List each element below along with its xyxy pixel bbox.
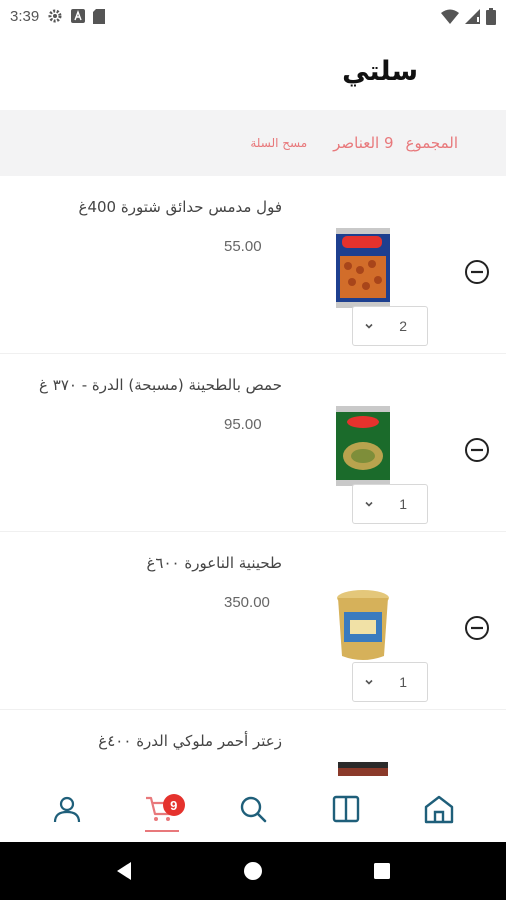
wifi-icon	[441, 9, 459, 24]
cart-summary-bar: المجموع 9 العناصر مسح السلة	[0, 110, 506, 176]
cart-item: طحينية الناعورة ٦٠٠غ 350.00 1	[0, 532, 506, 710]
app-header: سلتي	[0, 32, 506, 110]
nav-profile[interactable]	[42, 784, 92, 834]
quantity-value: 2	[399, 318, 407, 334]
item-name: زعتر أحمر ملوكي الدرة ٤٠٠غ	[98, 732, 282, 750]
can-hummus-icon	[336, 406, 390, 486]
item-price: 350.00	[224, 594, 270, 611]
status-time: 3:39	[10, 7, 40, 25]
item-price: 95.00	[224, 416, 262, 433]
tahini-tub-icon	[337, 590, 389, 660]
cart-item: زعتر أحمر ملوكي الدرة ٤٠٠غ	[0, 710, 506, 776]
cart-list[interactable]: فول مدمس حدائق شتورة 400غ 55.00 2 حمص با…	[0, 176, 506, 776]
summary-item-count: 9 العناصر	[333, 134, 394, 152]
cart-item: حمص بالطحينة (مسبحة) الدرة - ٣٧٠ غ 95.00…	[0, 354, 506, 532]
item-price: 55.00	[224, 238, 262, 255]
summary-total-label: المجموع	[405, 134, 458, 152]
quantity-value: 1	[399, 674, 407, 690]
zaatar-jar-icon	[338, 762, 388, 776]
item-name: طحينية الناعورة ٦٠٠غ	[146, 554, 282, 572]
search-icon	[240, 796, 267, 823]
font-icon	[71, 9, 86, 23]
quantity-select[interactable]: 1	[352, 662, 428, 702]
system-back-button[interactable]	[104, 851, 144, 891]
item-name: فول مدمس حدائق شتورة 400غ	[78, 198, 283, 216]
recents-square-icon	[373, 863, 390, 879]
page-title: سلتي	[342, 55, 418, 87]
nav-cart[interactable]: 9	[135, 784, 185, 834]
quantity-select[interactable]: 2	[352, 306, 428, 346]
item-name: حمص بالطحينة (مسبحة) الدرة - ٣٧٠ غ	[39, 376, 282, 394]
signal-icon	[465, 8, 480, 24]
remove-item-icon[interactable]	[463, 258, 491, 286]
cart-item: فول مدمس حدائق شتورة 400غ 55.00 2	[0, 176, 506, 354]
quantity-value: 1	[399, 496, 407, 512]
chevron-down-icon	[363, 320, 375, 332]
system-nav-bar	[0, 842, 506, 900]
sd-card-icon	[93, 8, 106, 24]
categories-icon	[332, 795, 360, 823]
bottom-nav: 9	[0, 776, 506, 842]
system-recents-button[interactable]	[362, 851, 402, 891]
back-triangle-icon	[117, 862, 132, 880]
remove-item-icon[interactable]	[463, 614, 491, 642]
chevron-down-icon	[363, 676, 375, 688]
remove-item-icon[interactable]	[463, 436, 491, 464]
settings-icon	[47, 8, 63, 24]
home-circle-icon	[243, 862, 262, 880]
clear-cart-button[interactable]: مسح السلة	[250, 136, 307, 150]
active-tab-indicator	[144, 830, 179, 832]
nav-categories[interactable]	[321, 784, 371, 834]
battery-icon	[486, 7, 496, 25]
profile-icon	[53, 796, 80, 823]
status-bar: 3:39	[0, 0, 506, 32]
home-icon	[425, 795, 454, 824]
system-home-button[interactable]	[233, 851, 273, 891]
chevron-down-icon	[363, 498, 375, 510]
nav-search[interactable]	[228, 784, 278, 834]
nav-home[interactable]	[414, 784, 464, 834]
cart-badge: 9	[162, 794, 185, 816]
can-beans-icon	[336, 228, 390, 308]
quantity-select[interactable]: 1	[352, 484, 428, 524]
